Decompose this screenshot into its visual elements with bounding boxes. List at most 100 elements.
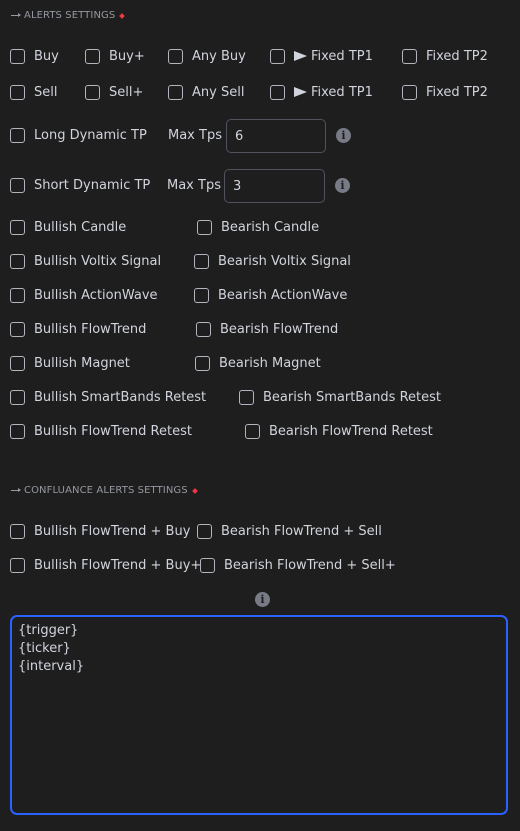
max-tps-label: Max Tps xyxy=(168,128,222,143)
checkbox-label: Bullish Magnet xyxy=(34,356,130,371)
long-max-tps-input[interactable] xyxy=(226,119,326,153)
checkbox-bearish-actionwave[interactable]: Bearish ActionWave xyxy=(194,288,347,303)
checkbox-box[interactable] xyxy=(10,254,25,269)
checkbox-box[interactable] xyxy=(10,558,25,573)
checkbox-box[interactable] xyxy=(10,356,25,371)
checkbox-box[interactable] xyxy=(402,49,417,64)
info-icon[interactable]: i xyxy=(336,128,351,143)
checkbox-sell[interactable]: Sell xyxy=(10,85,57,100)
checkbox-buy-plus[interactable]: Buy+ xyxy=(85,49,145,64)
checkbox-label: Bearish SmartBands Retest xyxy=(263,390,442,405)
checkbox-label: Buy+ xyxy=(109,49,145,64)
checkbox-bullish-flowtrend-retest[interactable]: Bullish FlowTrend Retest xyxy=(10,424,192,439)
checkbox-box[interactable] xyxy=(10,49,25,64)
checkbox-label: Fixed TP1 xyxy=(311,85,373,100)
checkbox-label: Bullish FlowTrend xyxy=(34,322,147,337)
checkbox-box[interactable] xyxy=(195,356,210,371)
checkbox-label: Bullish Candle xyxy=(34,220,127,235)
info-icon[interactable]: i xyxy=(255,592,270,607)
message-line: {ticker} xyxy=(18,641,71,656)
checkbox-label-wrap: Fixed TP1 xyxy=(294,49,373,64)
checkbox-box[interactable] xyxy=(194,288,209,303)
checkbox-box[interactable] xyxy=(196,322,211,337)
checkbox-box[interactable] xyxy=(10,220,25,235)
checkbox-box[interactable] xyxy=(85,85,100,100)
checkbox-label: Any Sell xyxy=(192,85,245,100)
checkbox-box[interactable] xyxy=(197,524,212,539)
checkbox-buy-fixed-tp2[interactable]: Fixed TP2 xyxy=(402,49,488,64)
checkbox-bullish-flowtrend-buy-plus[interactable]: Bullish FlowTrend + Buy+ xyxy=(10,558,201,573)
checkbox-box[interactable] xyxy=(270,85,285,100)
checkbox-bullish-actionwave[interactable]: Bullish ActionWave xyxy=(10,288,158,303)
checkbox-long-dynamic-tp[interactable]: Long Dynamic TP xyxy=(10,128,147,143)
checkbox-label: Fixed TP2 xyxy=(426,85,488,100)
checkbox-bearish-flowtrend-sell[interactable]: Bearish FlowTrend + Sell xyxy=(197,524,382,539)
checkbox-bearish-smartbands-retest[interactable]: Bearish SmartBands Retest xyxy=(239,390,441,405)
checkbox-box[interactable] xyxy=(402,85,417,100)
checkbox-any-buy[interactable]: Any Buy xyxy=(168,49,246,64)
checkbox-box[interactable] xyxy=(85,49,100,64)
confluance-alerts-settings-header[interactable]: CONFLUANCE ALERTS SETTINGS xyxy=(11,485,198,496)
arrow-right-icon xyxy=(294,87,307,97)
checkbox-box[interactable] xyxy=(245,424,260,439)
checkbox-label: Bullish FlowTrend + Buy+ xyxy=(34,558,202,573)
checkbox-box[interactable] xyxy=(10,128,25,143)
checkbox-label: Short Dynamic TP xyxy=(34,178,151,193)
checkbox-short-dynamic-tp[interactable]: Short Dynamic TP xyxy=(10,178,150,193)
checkbox-bearish-candle[interactable]: Bearish Candle xyxy=(197,220,319,235)
alert-message-textarea[interactable]: {trigger} {ticker} {interval} xyxy=(10,615,508,815)
checkbox-label: Any Buy xyxy=(192,49,246,64)
checkbox-any-sell[interactable]: Any Sell xyxy=(168,85,244,100)
checkbox-sell-fixed-tp1[interactable]: Fixed TP1 xyxy=(270,85,373,100)
checkbox-box[interactable] xyxy=(10,85,25,100)
checkbox-bearish-flowtrend-sell-plus[interactable]: Bearish FlowTrend + Sell+ xyxy=(200,558,396,573)
checkbox-box[interactable] xyxy=(10,424,25,439)
checkbox-label: Buy xyxy=(34,49,59,64)
checkbox-box[interactable] xyxy=(197,220,212,235)
checkbox-sell-plus[interactable]: Sell+ xyxy=(85,85,143,100)
checkbox-label: Sell+ xyxy=(109,85,144,100)
checkbox-label: Bearish Magnet xyxy=(219,356,321,371)
checkbox-bullish-voltix-signal[interactable]: Bullish Voltix Signal xyxy=(10,254,161,269)
checkbox-box[interactable] xyxy=(10,390,25,405)
message-line: {trigger} xyxy=(18,623,79,638)
checkbox-box[interactable] xyxy=(10,288,25,303)
alerts-settings-title: ALERTS SETTINGS xyxy=(24,10,116,21)
arrow-right-icon xyxy=(294,51,307,61)
checkbox-box[interactable] xyxy=(194,254,209,269)
checkbox-box[interactable] xyxy=(168,85,183,100)
diamond-icon xyxy=(119,12,126,19)
checkbox-box[interactable] xyxy=(200,558,215,573)
checkbox-label: Bearish FlowTrend xyxy=(220,322,339,337)
checkbox-bearish-magnet[interactable]: Bearish Magnet xyxy=(195,356,321,371)
checkbox-bearish-flowtrend[interactable]: Bearish FlowTrend xyxy=(196,322,338,337)
checkbox-bullish-flowtrend-buy[interactable]: Bullish FlowTrend + Buy xyxy=(10,524,190,539)
checkbox-label: Bullish Voltix Signal xyxy=(34,254,162,269)
checkbox-bearish-flowtrend-retest[interactable]: Bearish FlowTrend Retest xyxy=(245,424,433,439)
checkbox-label: Long Dynamic TP xyxy=(34,128,147,143)
checkbox-bullish-candle[interactable]: Bullish Candle xyxy=(10,220,126,235)
alerts-settings-header[interactable]: ALERTS SETTINGS xyxy=(11,10,126,21)
checkbox-sell-fixed-tp2[interactable]: Fixed TP2 xyxy=(402,85,488,100)
info-icon[interactable]: i xyxy=(335,178,350,193)
checkbox-bullish-magnet[interactable]: Bullish Magnet xyxy=(10,356,130,371)
max-tps-label: Max Tps xyxy=(167,178,221,193)
checkbox-label: Fixed TP1 xyxy=(311,49,373,64)
checkbox-box[interactable] xyxy=(270,49,285,64)
checkbox-bullish-flowtrend[interactable]: Bullish FlowTrend xyxy=(10,322,146,337)
checkbox-buy[interactable]: Buy xyxy=(10,49,59,64)
checkbox-box[interactable] xyxy=(10,178,25,193)
message-line: {interval} xyxy=(18,659,85,674)
checkbox-label-wrap: Fixed TP1 xyxy=(294,85,373,100)
checkbox-label: Bullish FlowTrend Retest xyxy=(34,424,192,439)
checkbox-bearish-voltix-signal[interactable]: Bearish Voltix Signal xyxy=(194,254,351,269)
checkbox-box[interactable] xyxy=(168,49,183,64)
checkbox-bullish-smartbands-retest[interactable]: Bullish SmartBands Retest xyxy=(10,390,206,405)
checkbox-box[interactable] xyxy=(10,322,25,337)
checkbox-box[interactable] xyxy=(10,524,25,539)
checkbox-box[interactable] xyxy=(239,390,254,405)
checkbox-buy-fixed-tp1[interactable]: Fixed TP1 xyxy=(270,49,373,64)
checkbox-label: Bullish SmartBands Retest xyxy=(34,390,207,405)
short-max-tps-input[interactable] xyxy=(224,169,325,203)
checkbox-label: Bearish FlowTrend + Sell+ xyxy=(224,558,396,573)
